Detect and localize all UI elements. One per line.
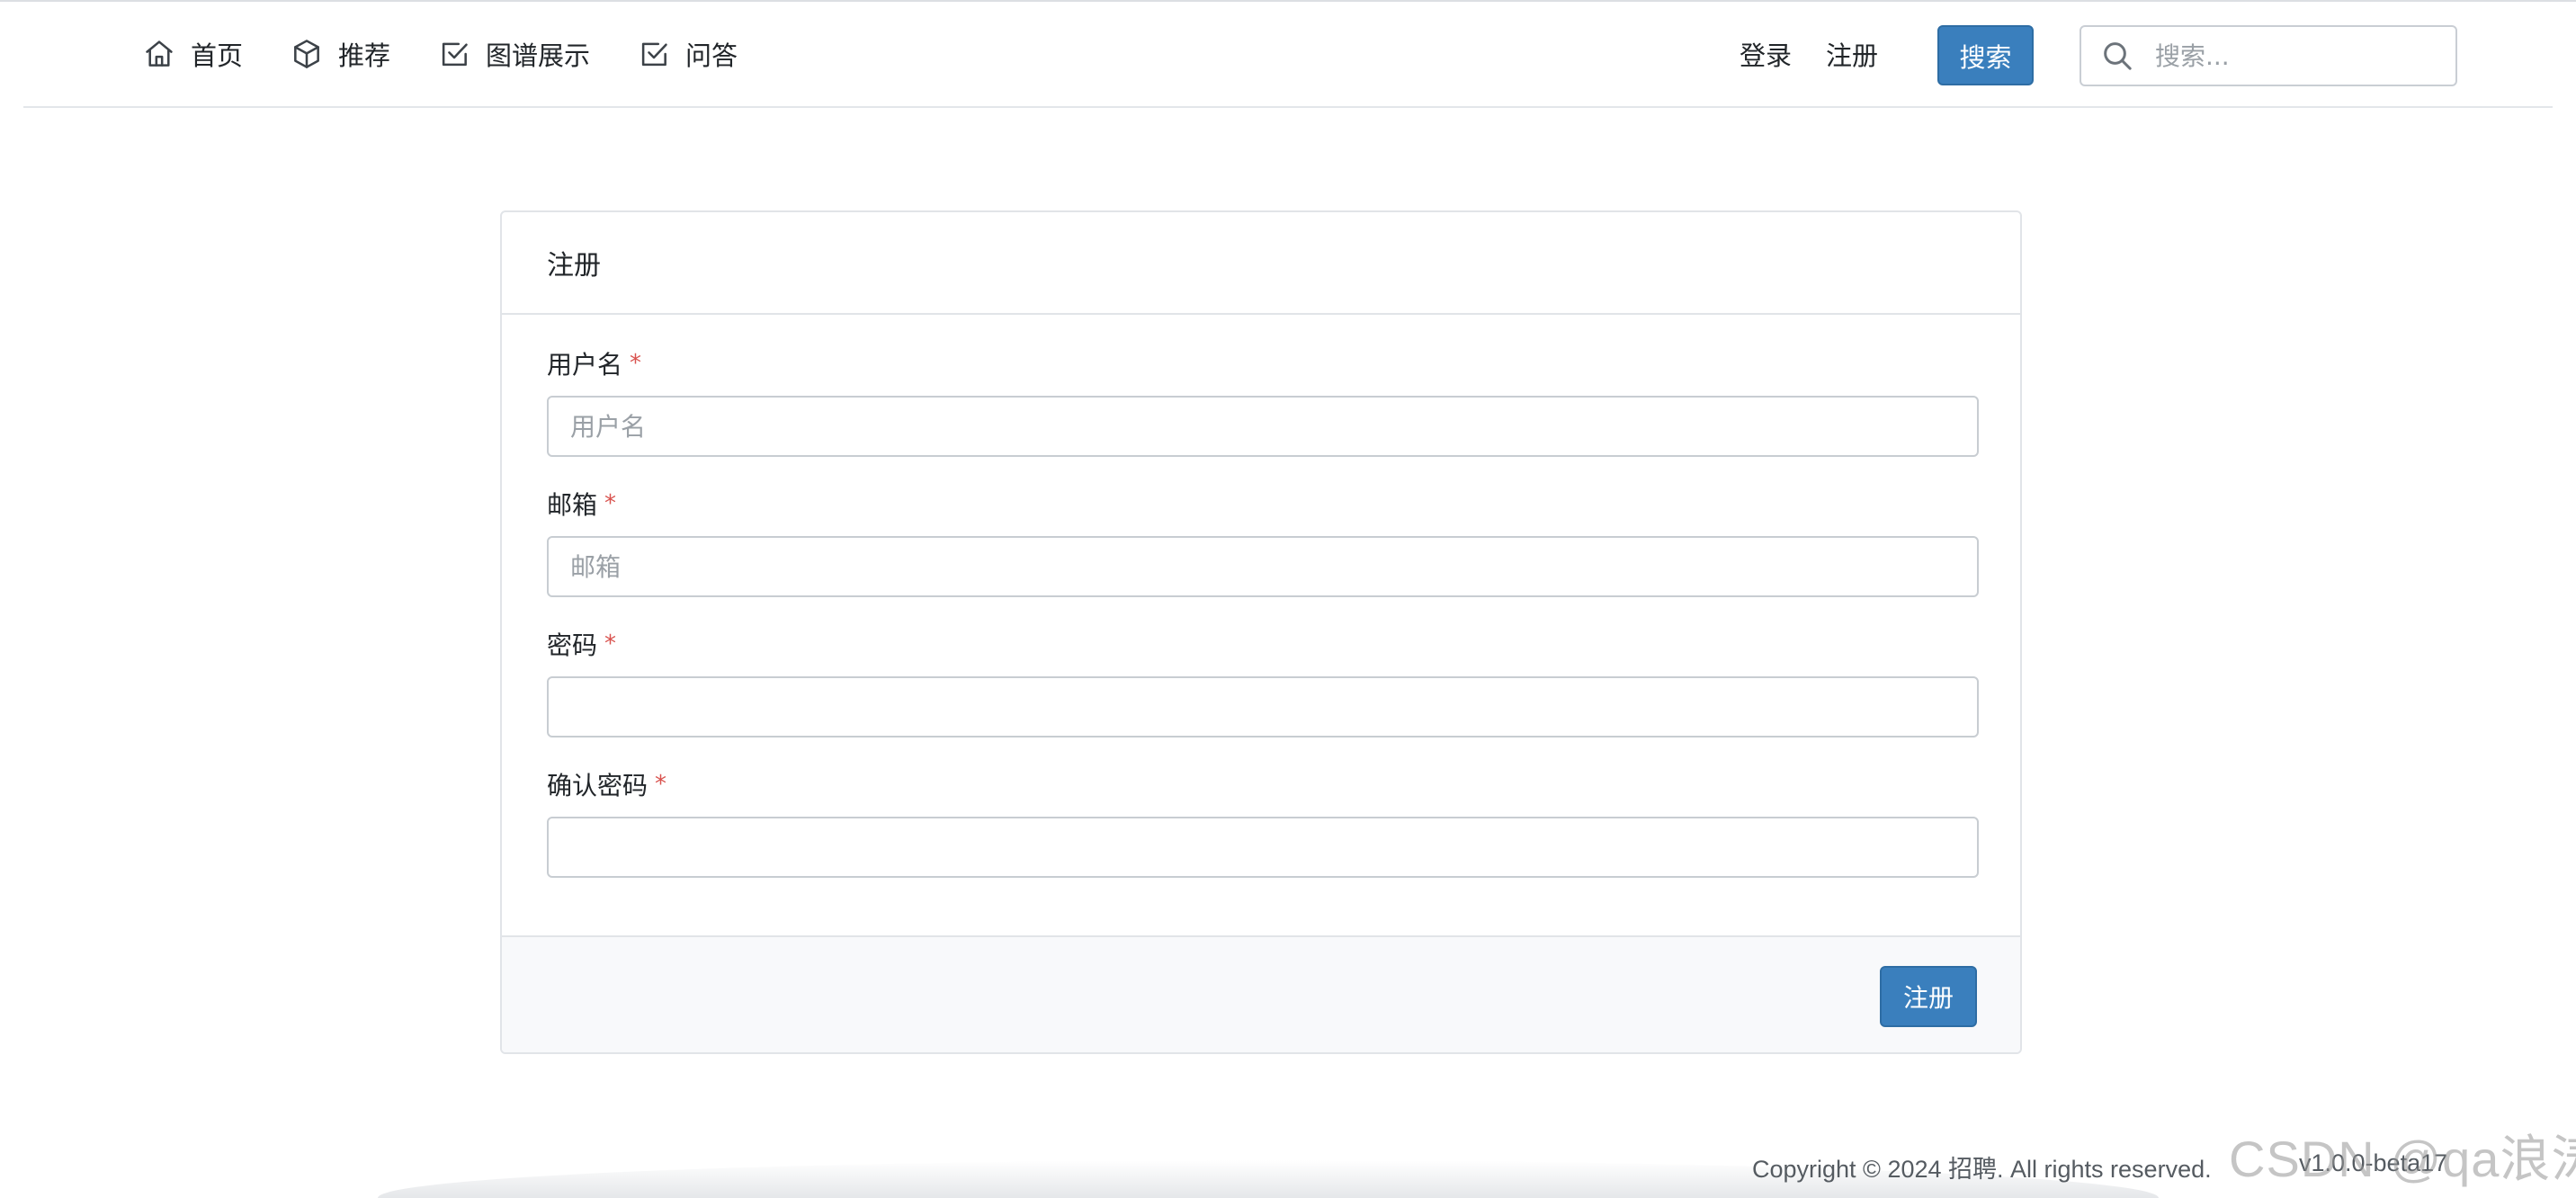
nav-item-label: 图谱展示 xyxy=(486,40,591,71)
password-input[interactable] xyxy=(547,676,1979,738)
confirm-password-label: 确认密码 * xyxy=(547,766,666,802)
checkbox-icon xyxy=(442,42,468,67)
required-mark: * xyxy=(604,490,617,517)
email-input[interactable] xyxy=(547,536,1979,597)
required-mark: * xyxy=(604,630,617,657)
required-mark: * xyxy=(655,771,667,798)
nav-item-qa[interactable]: 问答 xyxy=(637,35,738,73)
register-submit-button[interactable]: 注册 xyxy=(1880,966,1977,1027)
nav-item-label: 问答 xyxy=(685,40,738,71)
register-card: 注册 用户名 * 邮箱 * 密码 * 确认密码 * 注册 xyxy=(500,210,2022,1054)
card-title: 注册 xyxy=(547,250,601,282)
password-label: 密码 * xyxy=(547,626,616,662)
nav-item-label: 首页 xyxy=(191,40,244,71)
home-icon xyxy=(146,40,173,67)
register-link[interactable]: 注册 xyxy=(1826,0,1878,108)
watermark: CSDN @qa浪涛 xyxy=(2229,1131,2576,1187)
confirm-password-input[interactable] xyxy=(547,817,1979,878)
search-input[interactable] xyxy=(2153,40,2441,72)
nav-item-graph[interactable]: 图谱展示 xyxy=(437,35,590,73)
nav-item-label: 推荐 xyxy=(338,40,391,71)
search-button[interactable]: 搜索 xyxy=(1937,25,2034,85)
nav-menu: 首页 推荐 图谱展示 问答 xyxy=(142,0,784,108)
nav-item-home[interactable]: 首页 xyxy=(142,35,243,73)
username-label: 用户名 * xyxy=(547,345,641,381)
search-icon xyxy=(2104,42,2132,70)
card-footer: 注册 xyxy=(502,935,2020,1052)
required-mark: * xyxy=(630,350,642,377)
copyright-text: Copyright © 2024 招聘. All rights reserved… xyxy=(1752,1156,2212,1183)
username-input[interactable] xyxy=(547,396,1979,457)
username-label-text: 用户名 xyxy=(547,350,623,380)
search-box xyxy=(2080,25,2457,86)
nav-item-recommend[interactable]: 推荐 xyxy=(290,35,390,73)
email-label: 邮箱 * xyxy=(547,486,616,522)
password-label-text: 密码 xyxy=(547,630,598,660)
confirm-password-label-text: 确认密码 xyxy=(547,771,648,800)
email-label-text: 邮箱 xyxy=(547,490,598,520)
checkbox-icon xyxy=(641,42,667,67)
card-header: 注册 xyxy=(502,212,2020,315)
cube-icon xyxy=(294,40,319,68)
login-link[interactable]: 登录 xyxy=(1740,0,1792,108)
